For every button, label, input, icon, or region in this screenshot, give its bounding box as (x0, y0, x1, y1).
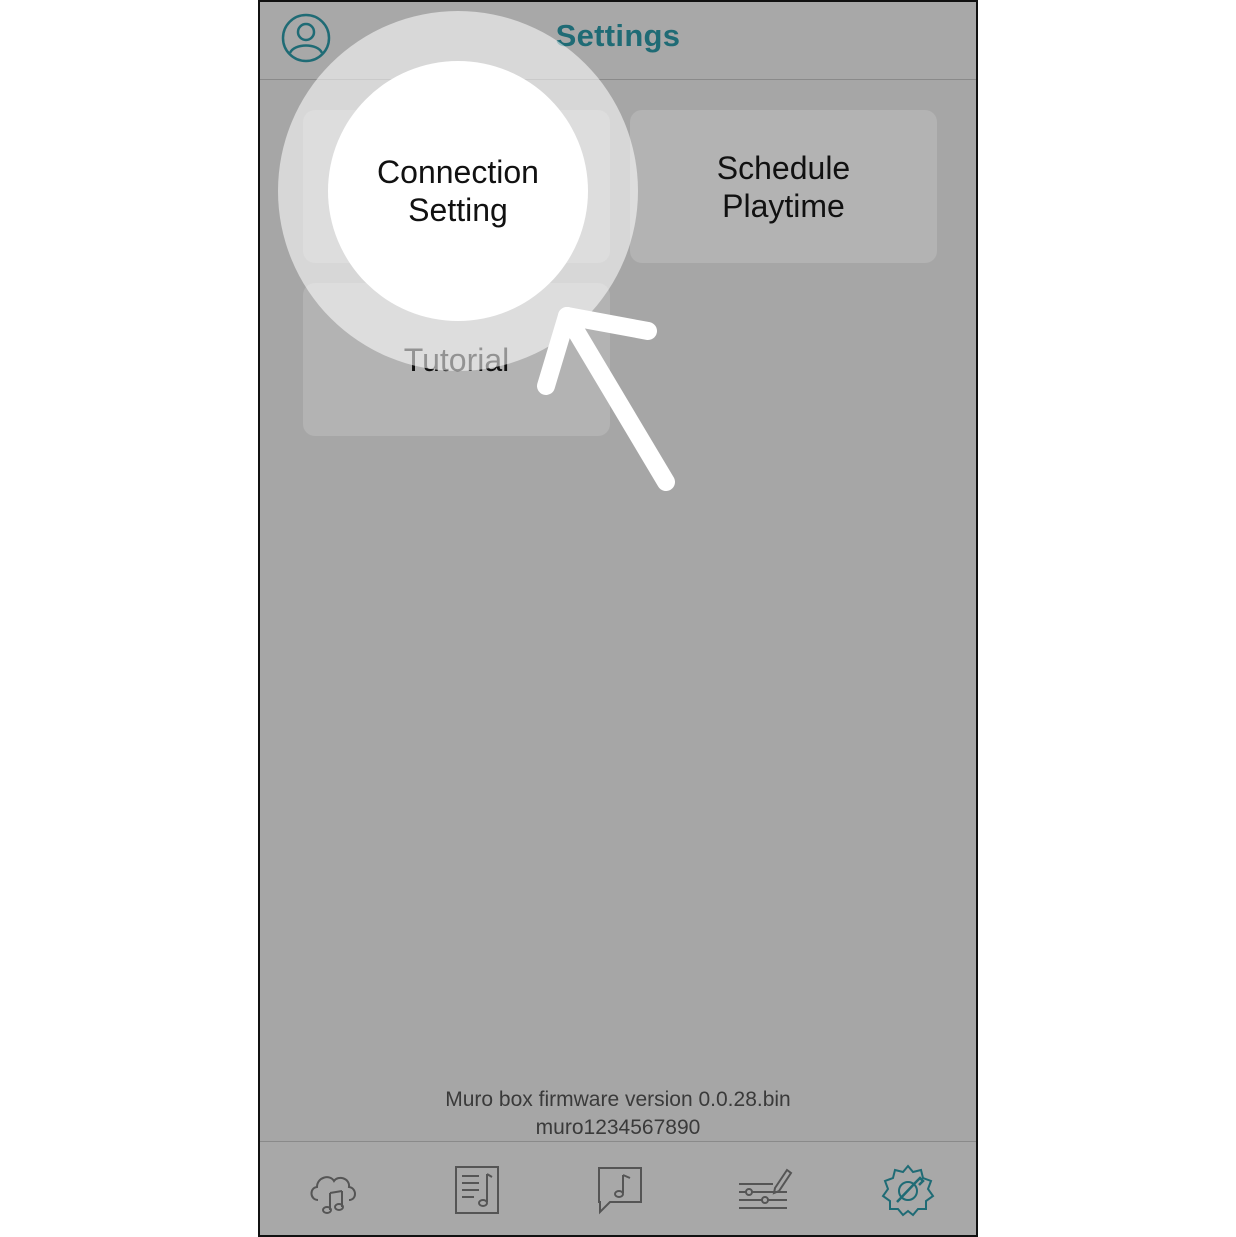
schedule-playtime-label: Schedule Playtime (716, 149, 851, 224)
firmware-version: Muro box firmware version 0.0.28.bin (445, 1088, 791, 1111)
tutorial-tile[interactable]: Tutorial (303, 283, 610, 436)
bottom-tab-bar (260, 1141, 976, 1235)
equalizer-edit-icon (739, 1168, 793, 1209)
header-bar: Settings (260, 2, 976, 80)
tab-equalizer-edit[interactable] (733, 1160, 793, 1220)
music-sheet-icon (455, 1166, 499, 1214)
page-title: Settings (555, 18, 681, 53)
connection-setting-label: Connection Setting (375, 149, 538, 224)
tab-music-sheet[interactable] (447, 1160, 507, 1220)
settings-gear-icon (881, 1164, 935, 1217)
tutorial-label: Tutorial (403, 341, 510, 378)
tab-settings[interactable] (878, 1160, 938, 1220)
music-chat-icon (598, 1167, 642, 1215)
tab-cloud-music[interactable] (304, 1160, 364, 1220)
firmware-info: Muro box firmware version 0.0.28.bin mur… (260, 1086, 976, 1142)
connection-setting-tile[interactable]: Connection Setting (303, 110, 610, 263)
phone-screen: Settings Connection Setting Schedule Pla… (258, 0, 978, 1237)
cloud-music-icon (310, 1176, 356, 1214)
tab-music-chat[interactable] (590, 1160, 650, 1220)
schedule-playtime-tile[interactable]: Schedule Playtime (630, 110, 937, 263)
device-id: muro1234567890 (535, 1116, 701, 1139)
